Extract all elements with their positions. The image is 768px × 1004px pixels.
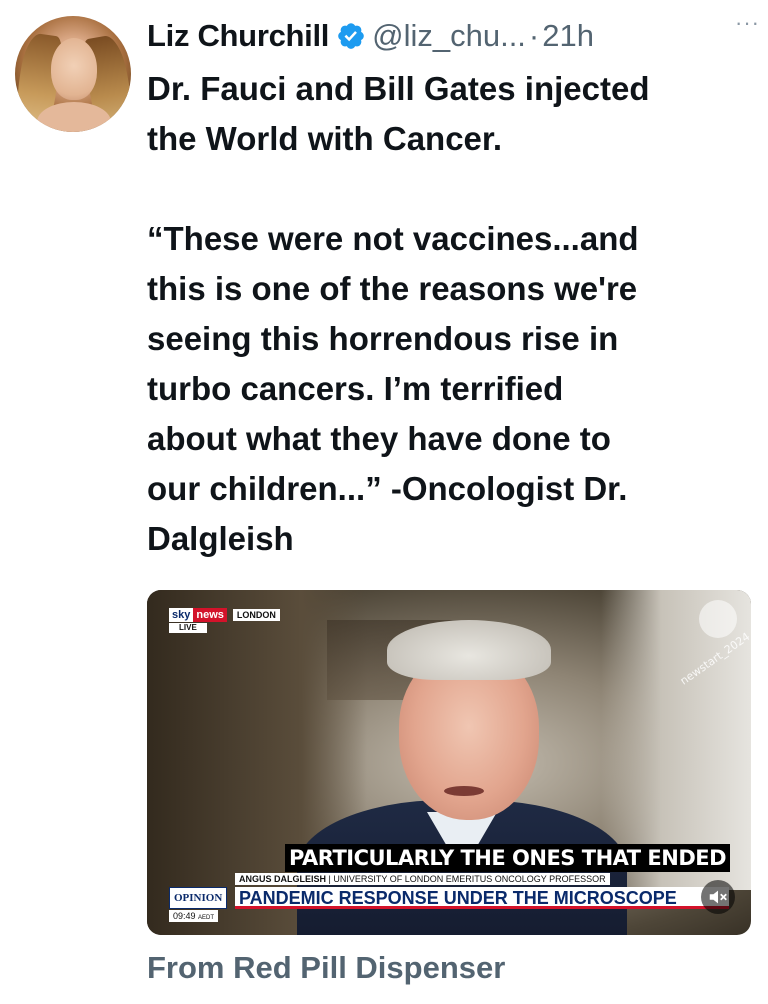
verified-badge-icon [338, 23, 364, 49]
tweet-text: Dr. Fauci and Bill Gates injected the Wo… [147, 70, 650, 557]
broadcast-location: LONDON [232, 609, 280, 621]
broadcast-clock: 09:49 AEDT [169, 910, 219, 922]
clock-time: 09:49 [173, 911, 196, 921]
source-attribution[interactable]: From Red Pill Dispenser [147, 950, 505, 986]
tweet-timestamp[interactable]: 21h [542, 18, 594, 54]
speaker-name: ANGUS DALGLEISH [239, 874, 327, 884]
sky-logo-text: sky [169, 608, 194, 622]
live-label: LIVE [169, 623, 207, 633]
news-logo-text: news [193, 608, 227, 622]
mute-toggle-button[interactable] [701, 880, 735, 914]
news-headline: PANDEMIC RESPONSE UNDER THE MICROSCOPE [235, 887, 729, 909]
video-player[interactable]: sky news LONDON LIVE newstart_2024 PARTI… [147, 590, 751, 935]
muted-speaker-icon [709, 890, 727, 904]
speaker-name-strap: ANGUS DALGLEISH | UNIVERSITY OF LONDON E… [235, 873, 610, 885]
author-avatar[interactable] [15, 16, 131, 132]
watermark-logo-icon [699, 600, 737, 638]
video-caption: PARTICULARLY THE ONES THAT ENDED [285, 844, 731, 872]
more-options-icon[interactable]: ··· [735, 10, 760, 36]
segment-tag: OPINION [169, 887, 228, 909]
header-separator: · [528, 18, 540, 53]
speaker-title: | UNIVERSITY OF LONDON EMERITUS ONCOLOGY… [328, 874, 606, 884]
author-handle[interactable]: @liz_chu... [372, 18, 526, 54]
tweet-header: Liz Churchill @liz_chu... · 21h [147, 14, 757, 58]
author-display-name[interactable]: Liz Churchill [147, 18, 329, 54]
speaker-mouth [444, 786, 484, 796]
sky-news-logo: sky news LONDON [169, 608, 280, 622]
avatar-face [51, 38, 97, 100]
speaker-hair [387, 620, 551, 680]
clock-timezone: AEDT [198, 915, 215, 921]
tweet[interactable]: Liz Churchill @liz_chu... · 21h ··· Dr. … [0, 0, 768, 1004]
